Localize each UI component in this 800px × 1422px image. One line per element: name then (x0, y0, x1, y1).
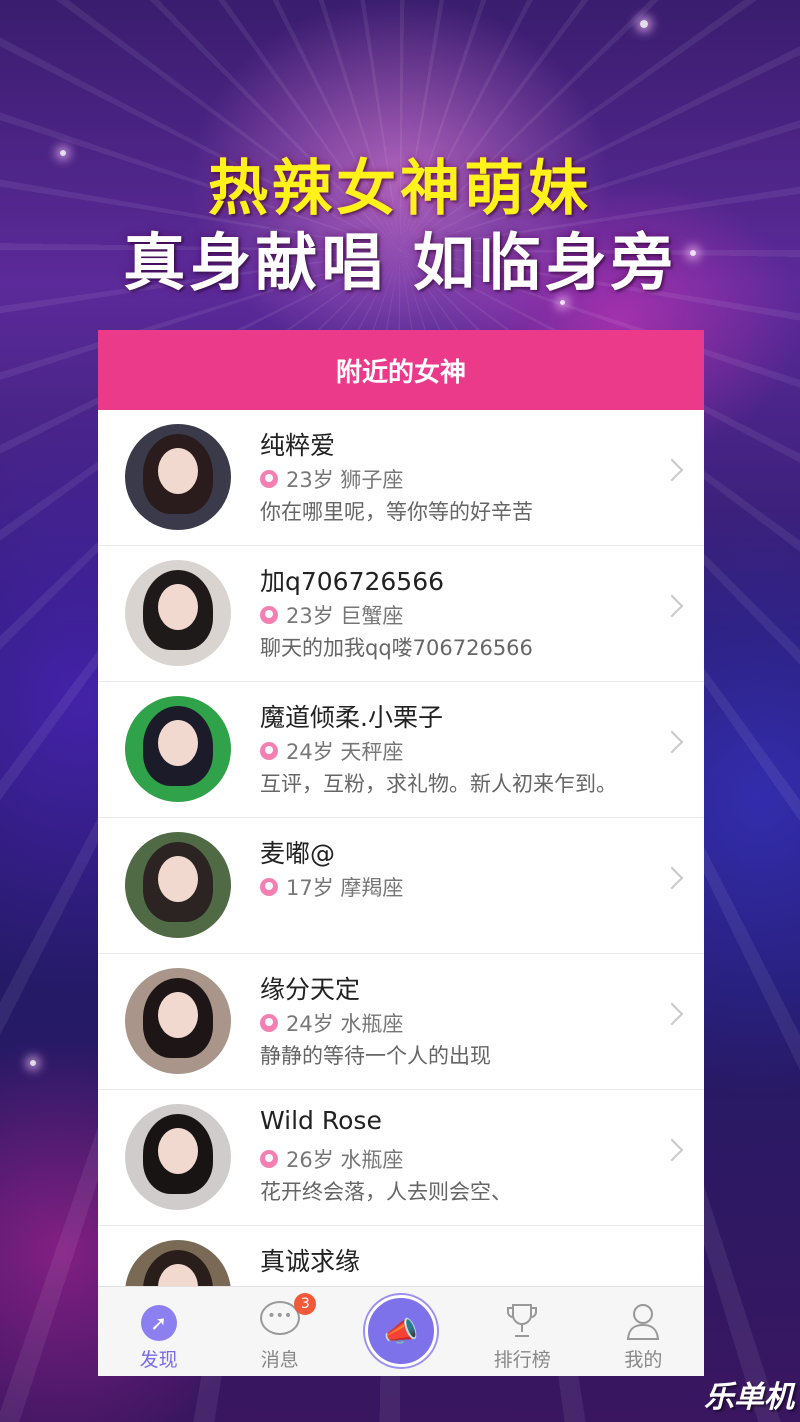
tab-label: 发现 (139, 1349, 178, 1371)
tab-label: 我的 (624, 1349, 663, 1371)
list-item[interactable]: 加q706726566 23岁 巨蟹座 聊天的加我qq喽706726566 (98, 546, 704, 682)
female-icon (260, 878, 278, 896)
user-meta: 24岁 天秤座 (260, 736, 403, 766)
avatar (125, 1104, 231, 1210)
trophy-icon (507, 1304, 538, 1337)
sparkle (640, 20, 648, 28)
chevron-right-icon (660, 866, 684, 890)
user-name: 加q706726566 (260, 567, 445, 596)
panel-title: 附近的女神 (98, 330, 704, 410)
chevron-right-icon (660, 1002, 684, 1026)
user-icon (627, 1304, 660, 1340)
avatar (125, 968, 231, 1074)
user-bio: 聊天的加我qq喽706726566 (260, 636, 533, 660)
user-zodiac: 水瓶座 (340, 1012, 404, 1036)
user-meta: 23岁 巨蟹座 (260, 600, 403, 630)
user-age: 23岁 (286, 604, 334, 628)
nearby-panel: 附近的女神 纯粹爱 23岁 狮子座 你在哪里呢，等你等的好辛苦 加q706726… (98, 330, 704, 1376)
user-bio: 静静的等待一个人的出现 (260, 1044, 491, 1068)
avatar (125, 424, 231, 530)
user-name: 纯粹爱 (260, 431, 336, 460)
female-icon (260, 606, 278, 624)
tab-ranking[interactable]: 排行榜 (462, 1287, 583, 1376)
watermark-logo: 乐单机 (704, 1380, 794, 1415)
user-zodiac: 天秤座 (340, 740, 404, 764)
compass-icon: ➚ (140, 1305, 177, 1341)
chevron-right-icon (660, 594, 684, 618)
user-meta: 26岁 水瓶座 (260, 1144, 403, 1174)
list-item[interactable]: 魔道倾柔.小栗子 24岁 天秤座 互评，互粉，求礼物。新人初来乍到。 (98, 682, 704, 818)
avatar (125, 560, 231, 666)
female-icon (260, 470, 278, 488)
bottom-tab-bar: ➚ 发现 ••• 3 消息 📣 排行榜 我的 (98, 1286, 704, 1376)
avatar (125, 832, 231, 938)
tab-profile[interactable]: 我的 (583, 1287, 704, 1376)
user-meta: 24岁 水瓶座 (260, 1008, 403, 1038)
user-meta: 23岁 狮子座 (260, 464, 403, 494)
tab-label: 消息 (260, 1349, 299, 1371)
female-icon (260, 1150, 278, 1168)
user-bio: 互评，互粉，求礼物。新人初来乍到。 (260, 772, 617, 796)
female-icon (260, 1014, 278, 1032)
user-list: 纯粹爱 23岁 狮子座 你在哪里呢，等你等的好辛苦 加q706726566 23… (98, 410, 704, 1286)
user-zodiac: 巨蟹座 (340, 604, 404, 628)
user-bio: 你在哪里呢，等你等的好辛苦 (260, 500, 533, 524)
list-item[interactable]: 缘分天定 24岁 水瓶座 静静的等待一个人的出现 (98, 954, 704, 1090)
tab-broadcast[interactable]: 📣 (340, 1287, 461, 1376)
headline-line-2: 真身献唱 如临身旁 (123, 226, 677, 299)
user-age: 24岁 (286, 740, 334, 764)
user-name: 麦嘟@ (260, 839, 336, 868)
user-name: 真诚求缘 (260, 1247, 361, 1276)
megaphone-icon: 📣 (365, 1295, 437, 1367)
user-name: 缘分天定 (260, 975, 361, 1004)
user-zodiac: 摩羯座 (340, 876, 404, 900)
avatar (125, 696, 231, 802)
tab-messages[interactable]: ••• 3 消息 (219, 1287, 340, 1376)
sparkle (30, 1060, 36, 1066)
list-item[interactable]: Wild Rose 26岁 水瓶座 花开终会落，人去则会空、 (98, 1090, 704, 1226)
chevron-right-icon (660, 730, 684, 754)
list-item[interactable]: 麦嘟@ 17岁 摩羯座 (98, 818, 704, 954)
user-zodiac: 狮子座 (340, 468, 404, 492)
unread-badge: 3 (294, 1293, 317, 1315)
chevron-right-icon (660, 458, 684, 482)
tab-discover[interactable]: ➚ 发现 (98, 1287, 219, 1376)
chevron-right-icon (660, 1138, 684, 1162)
female-icon (260, 742, 278, 760)
user-name: Wild Rose (260, 1106, 382, 1135)
user-age: 26岁 (286, 1148, 334, 1172)
user-name: 魔道倾柔.小栗子 (260, 703, 443, 732)
list-item[interactable]: 真诚求缘 (98, 1226, 704, 1286)
user-zodiac: 水瓶座 (340, 1148, 404, 1172)
list-item[interactable]: 纯粹爱 23岁 狮子座 你在哪里呢，等你等的好辛苦 (98, 410, 704, 546)
user-bio: 花开终会落，人去则会空、 (260, 1180, 512, 1204)
user-age: 24岁 (286, 1012, 334, 1036)
avatar (125, 1240, 231, 1286)
tab-label: 排行榜 (493, 1349, 551, 1371)
user-meta: 17岁 摩羯座 (260, 872, 403, 902)
user-age: 17岁 (286, 876, 334, 900)
user-age: 23岁 (286, 468, 334, 492)
